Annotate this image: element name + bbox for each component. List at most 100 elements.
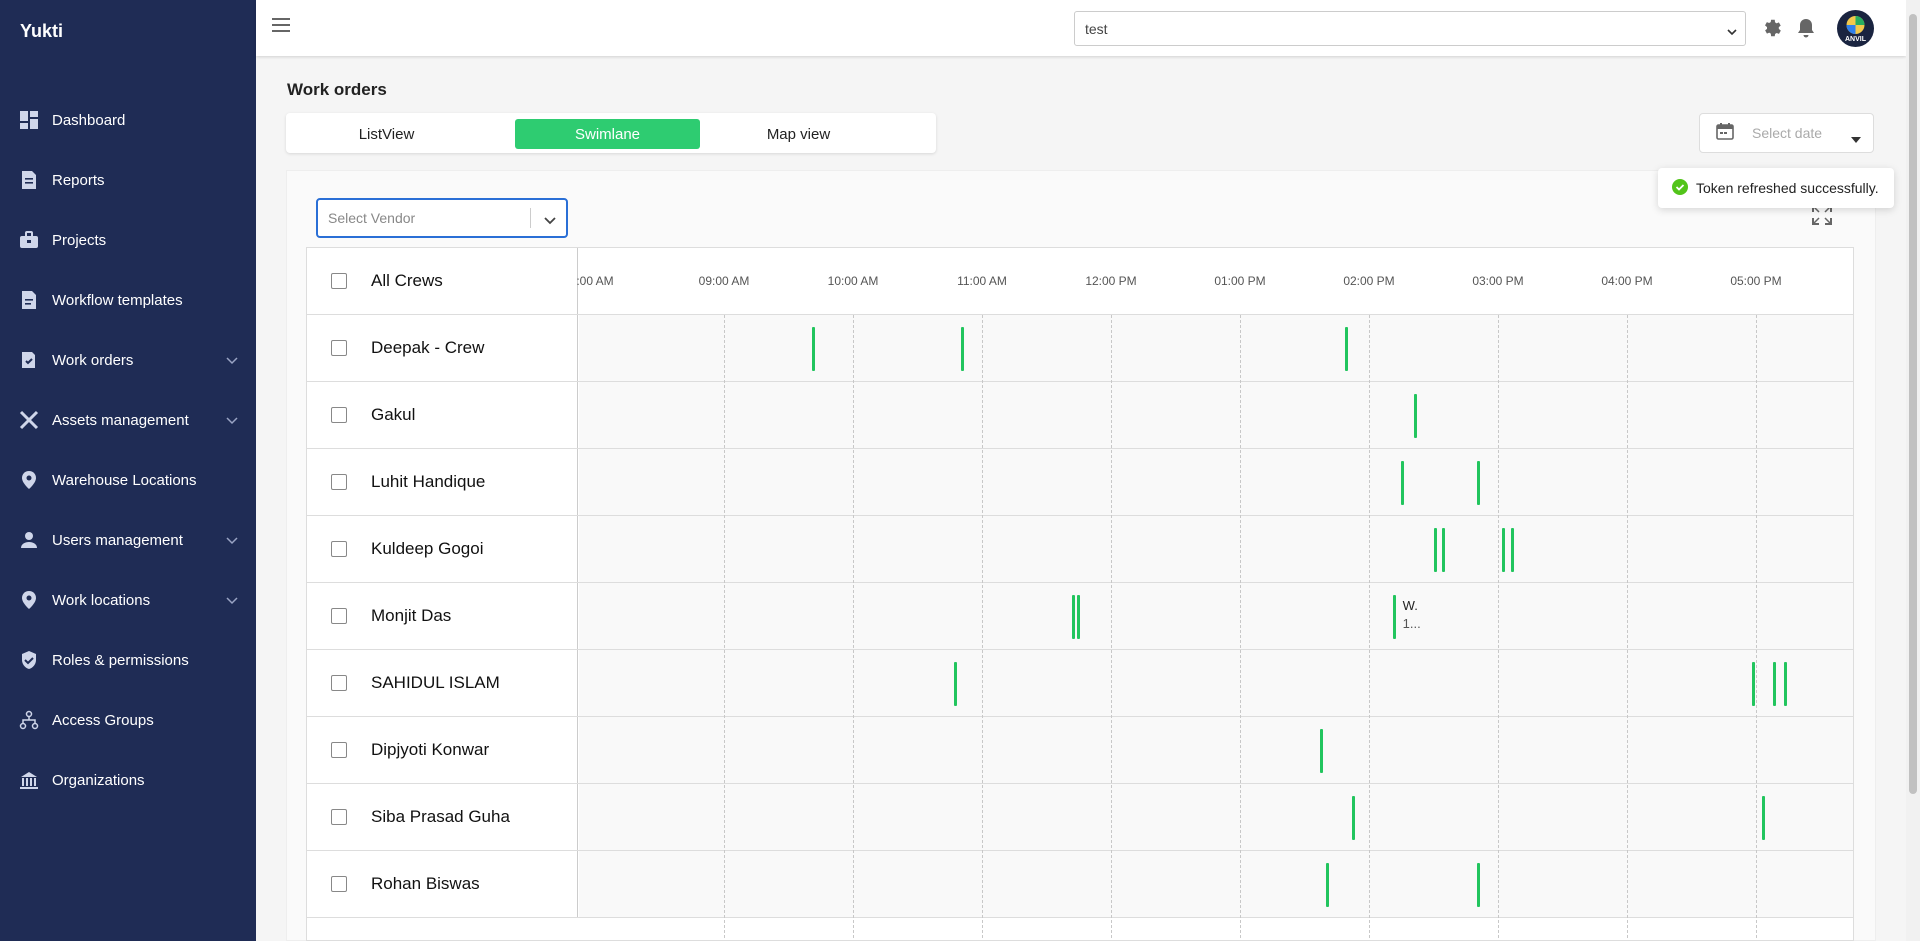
work-order-marker[interactable] [1401, 461, 1405, 505]
chevron-down-icon [226, 592, 238, 610]
work-order-marker[interactable] [1783, 662, 1787, 706]
crew-name: Kuldeep Gogoi [371, 539, 484, 558]
sidebar-item-access-groups[interactable]: Access Groups [0, 690, 256, 750]
select-all-checkbox[interactable] [331, 273, 347, 289]
sidebar-item-roles-permissions[interactable]: Roles & permissions [0, 630, 256, 690]
sidebar-item-label: Workflow templates [52, 291, 183, 309]
crew-timeline: W. 1... [579, 583, 1853, 649]
fullscreen-icon[interactable] [1812, 205, 1832, 230]
work-order-marker[interactable] [1476, 461, 1480, 505]
crew-timeline [579, 851, 1853, 917]
all-crews-label: All Crews [371, 271, 443, 290]
sidebar-item-projects[interactable]: Projects [0, 210, 256, 270]
top-bar: test ANVIL [256, 0, 1906, 56]
work-order-marker[interactable] [1773, 662, 1777, 706]
work-order-marker[interactable] [1414, 394, 1418, 438]
crew-label-cell: Gakul [307, 382, 578, 448]
crew-checkbox[interactable] [331, 407, 347, 423]
page-scrollbar[interactable] [1906, 0, 1920, 941]
work-order-marker[interactable] [1076, 595, 1080, 639]
avatar[interactable]: ANVIL [1837, 10, 1874, 47]
sidebar-item-users-management[interactable]: Users management [0, 510, 256, 570]
gear-icon[interactable] [1761, 17, 1783, 44]
time-tick: 12:00 PM [1085, 274, 1137, 288]
shield-check-icon [18, 649, 40, 671]
crew-checkbox[interactable] [331, 876, 347, 892]
sidebar: Yukti Dashboard Reports Projects Workflo… [0, 0, 256, 941]
crew-timeline [579, 315, 1853, 381]
time-gridline [1498, 315, 1499, 940]
crew-checkbox[interactable] [331, 474, 347, 490]
work-order-marker[interactable] [812, 327, 816, 371]
sidebar-item-label: Users management [52, 531, 183, 549]
sidebar-item-workflow-templates[interactable]: Workflow templates [0, 270, 256, 330]
work-order-marker[interactable] [1762, 796, 1766, 840]
sidebar-item-warehouse-locations[interactable]: Warehouse Locations [0, 450, 256, 510]
chevron-down-icon [226, 412, 238, 430]
sidebar-item-assets-management[interactable]: Assets management [0, 390, 256, 450]
date-picker[interactable]: Select date [1699, 113, 1874, 153]
crew-name: Siba Prasad Guha [371, 807, 510, 826]
crew-checkbox[interactable] [331, 608, 347, 624]
crew-checkbox[interactable] [331, 340, 347, 356]
hierarchy-icon [18, 709, 40, 731]
time-gridline [1111, 315, 1112, 940]
chevron-down-icon [544, 212, 556, 230]
sidebar-item-work-orders[interactable]: Work orders [0, 330, 256, 390]
organization-select[interactable]: test [1074, 11, 1746, 46]
sidebar-item-label: Access Groups [52, 711, 154, 729]
crew-checkbox[interactable] [331, 809, 347, 825]
crew-checkbox[interactable] [331, 742, 347, 758]
work-order-marker[interactable] [1072, 595, 1076, 639]
tab-map-view[interactable]: Map view [706, 119, 891, 149]
work-order-marker[interactable] [1510, 528, 1514, 572]
crew-row: Gakul [307, 382, 1853, 449]
sidebar-item-dashboard[interactable]: Dashboard [0, 90, 256, 150]
work-order-marker[interactable] [954, 662, 958, 706]
avatar-text: ANVIL [1845, 36, 1866, 43]
location-pin-icon [18, 589, 40, 611]
crew-name: Rohan Biswas [371, 874, 480, 893]
work-order-marker[interactable] [1442, 528, 1446, 572]
tab-listview[interactable]: ListView [294, 119, 479, 149]
work-order-marker[interactable] [1502, 528, 1506, 572]
crew-checkbox[interactable] [331, 541, 347, 557]
work-order-marker[interactable] [1392, 595, 1396, 639]
sidebar-item-label: Roles & permissions [52, 651, 189, 669]
time-gridline [1240, 315, 1241, 940]
crew-row: Siba Prasad Guha [307, 784, 1853, 851]
work-order-label[interactable]: W. 1... [1403, 597, 1421, 633]
time-tick: 01:00 PM [1214, 274, 1266, 288]
app-brand[interactable]: Yukti [20, 21, 63, 42]
work-order-marker[interactable] [1751, 662, 1755, 706]
bell-icon[interactable] [1796, 17, 1816, 44]
work-order-marker[interactable] [1476, 863, 1480, 907]
sidebar-item-label: Dashboard [52, 111, 126, 129]
sidebar-item-reports[interactable]: Reports [0, 150, 256, 210]
sidebar-item-organizations[interactable]: Organizations [0, 750, 256, 810]
sidebar-item-work-locations[interactable]: Work locations [0, 570, 256, 630]
time-axis: :00 AM 09:00 AM 10:00 AM 11:00 AM 12:00 PM 01… [576, 248, 1853, 314]
work-order-marker[interactable] [1345, 327, 1349, 371]
work-order-marker[interactable] [1319, 729, 1323, 773]
work-order-marker[interactable] [1351, 796, 1355, 840]
sidebar-item-label: Work locations [52, 591, 151, 609]
crew-row: Kuldeep Gogoi [307, 516, 1853, 583]
caret-down-icon [1851, 130, 1861, 148]
dashboard-icon [18, 109, 40, 131]
briefcase-icon [18, 229, 40, 251]
tab-swimlane[interactable]: Swimlane [515, 119, 700, 149]
crew-label-cell: Rohan Biswas [307, 851, 578, 917]
work-order-marker[interactable] [960, 327, 964, 371]
crew-timeline [579, 717, 1853, 783]
header-label-cell: All Crews [307, 248, 578, 314]
hamburger-menu-icon[interactable] [272, 17, 292, 38]
work-order-marker[interactable] [1433, 528, 1437, 572]
select-divider [530, 208, 531, 228]
chevron-down-icon [226, 532, 238, 550]
scrollbar-thumb[interactable] [1909, 14, 1917, 794]
crew-checkbox[interactable] [331, 675, 347, 691]
vendor-select[interactable]: Select Vendor [316, 198, 568, 238]
toast-notification: Token refreshed successfully. [1658, 168, 1894, 208]
work-order-marker[interactable] [1326, 863, 1329, 907]
